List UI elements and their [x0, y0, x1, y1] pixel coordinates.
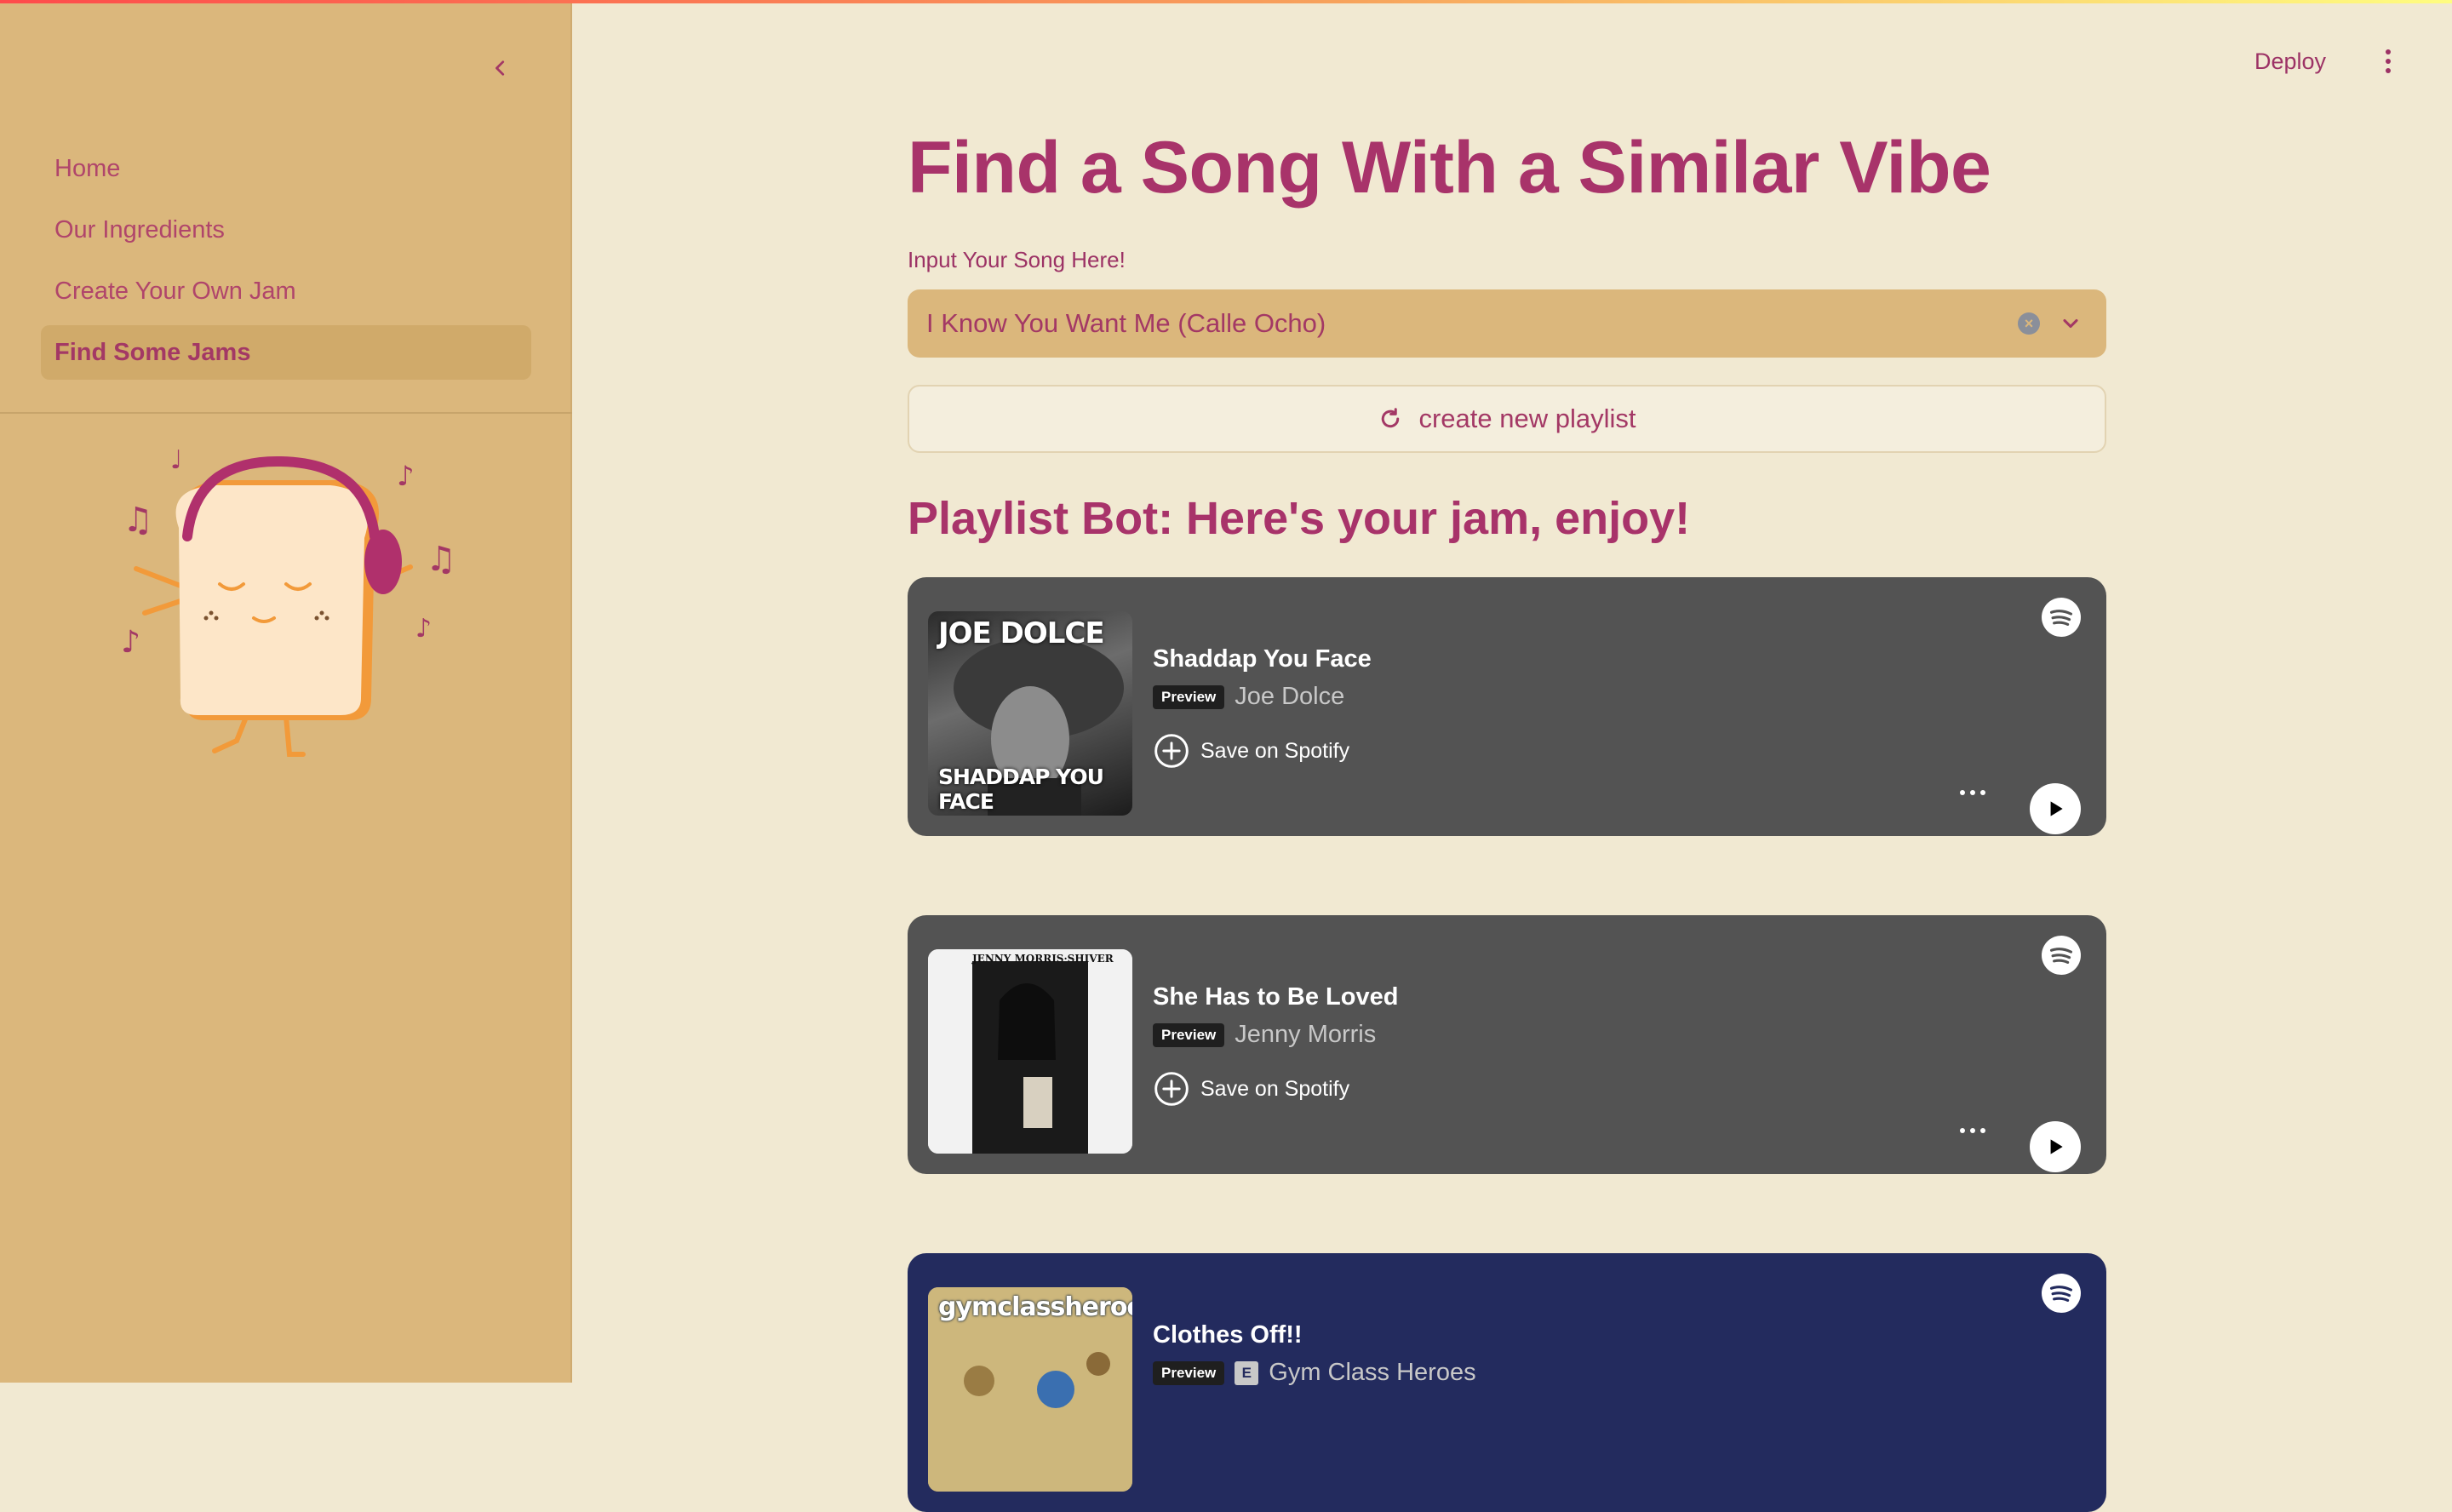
svg-text:♫: ♫: [123, 501, 153, 540]
save-on-spotify-button[interactable]: Save on Spotify: [1153, 1070, 1349, 1108]
song-input-label: Input Your Song Here!: [908, 247, 1126, 272]
track-meta: Preview Joe Dolce: [1153, 683, 1344, 711]
sidebar-item-create-your-own-jam[interactable]: Create Your Own Jam: [41, 264, 531, 318]
spotify-icon[interactable]: [2042, 936, 2081, 975]
kebab-menu-icon: [2386, 49, 2391, 73]
create-playlist-label: create new playlist: [1418, 404, 1636, 433]
svg-text:♫: ♫: [426, 540, 456, 579]
refresh-icon: [1382, 408, 1400, 428]
explicit-badge: E: [1235, 1360, 1259, 1385]
save-label: Save on Spotify: [1200, 738, 1350, 763]
toast-mascot-illustration: ♩ ♪ ♫ ♫ ♪ ♪: [121, 445, 456, 757]
sidebar-item-label: Home: [54, 154, 121, 182]
cover-text: SHADDAP YOU FACE: [938, 765, 1104, 814]
sidebar-divider: [0, 412, 572, 414]
chevron-left-icon: [496, 60, 505, 76]
sidebar-item-label: Create Your Own Jam: [54, 277, 296, 305]
save-on-spotify-button[interactable]: Save on Spotify: [1153, 732, 1349, 770]
spotify-icon[interactable]: [2042, 1274, 2081, 1313]
selected-song-value: I Know You Want Me (Calle Ocho): [926, 308, 1326, 338]
cover-text: JENNY MORRIS·SHIVER: [972, 953, 1114, 965]
more-icon[interactable]: [1960, 790, 1985, 795]
sidebar-item-label: Find Some Jams: [54, 338, 251, 366]
spotify-embed-card[interactable]: JOE DOLCE SHADDAP YOU FACE Shaddap You F…: [908, 577, 2106, 836]
preview-badge: Preview: [1153, 1022, 1225, 1047]
album-cover: JOE DOLCE SHADDAP YOU FACE: [928, 611, 1132, 816]
song-select[interactable]: I Know You Want Me (Calle Ocho) ×: [908, 289, 2106, 358]
create-playlist-button[interactable]: create new playlist: [908, 385, 2106, 453]
cover-text: JOE DOLCE: [938, 616, 1105, 650]
album-cover: JENNY MORRIS·SHIVER: [928, 949, 1132, 1154]
main-menu-button[interactable]: [2375, 44, 2401, 78]
more-icon[interactable]: [1960, 1128, 1985, 1133]
sidebar-nav: Home Our Ingredients Create Your Own Jam…: [41, 141, 531, 387]
track-artist[interactable]: Joe Dolce: [1235, 683, 1344, 711]
add-circle-icon: [1154, 734, 1189, 768]
track-title: Shaddap You Face: [1153, 645, 1372, 673]
svg-text:♪: ♪: [415, 614, 432, 644]
track-artist[interactable]: Jenny Morris: [1235, 1021, 1376, 1049]
track-meta: Preview E Gym Class Heroes: [1153, 1359, 1476, 1387]
play-button[interactable]: [2030, 783, 2081, 834]
sidebar-item-label: Our Ingredients: [54, 215, 225, 243]
album-cover: gymclassheroes.: [928, 1287, 1132, 1492]
preview-badge: Preview: [1153, 1360, 1225, 1385]
collapse-sidebar-button[interactable]: [485, 53, 516, 83]
sidebar-item-home[interactable]: Home: [41, 141, 531, 196]
track-title: She Has to Be Loved: [1153, 983, 1399, 1011]
deploy-button[interactable]: Deploy: [2254, 44, 2326, 78]
bot-heading: Playlist Bot: Here's your jam, enjoy!: [908, 493, 1691, 544]
spotify-icon[interactable]: [2042, 598, 2081, 637]
track-artist[interactable]: Gym Class Heroes: [1269, 1359, 1475, 1387]
cover-text: gymclassheroes.: [938, 1292, 1132, 1322]
chevron-down-icon[interactable]: [2059, 312, 2082, 335]
spotify-embed-card[interactable]: JENNY MORRIS·SHIVER She Has to Be Loved …: [908, 915, 2106, 1174]
album-cover-art: [928, 949, 1132, 1154]
page-title: Find a Song With a Similar Vibe: [908, 127, 1991, 209]
preview-badge: Preview: [1153, 684, 1225, 709]
sidebar-item-find-some-jams[interactable]: Find Some Jams: [41, 325, 531, 380]
sidebar: Home Our Ingredients Create Your Own Jam…: [0, 0, 572, 1383]
top-decoration-bar: [0, 0, 2452, 3]
svg-text:♪: ♪: [397, 460, 414, 492]
svg-text:♩: ♩: [170, 445, 182, 475]
save-label: Save on Spotify: [1200, 1076, 1350, 1101]
spotify-embed-card[interactable]: gymclassheroes. Clothes Off!! Preview E …: [908, 1253, 2106, 1512]
play-icon: [2050, 1139, 2063, 1154]
svg-text:♪: ♪: [121, 625, 140, 660]
add-circle-icon: [1154, 1072, 1189, 1106]
track-title: Clothes Off!!: [1153, 1321, 1303, 1349]
sidebar-item-our-ingredients[interactable]: Our Ingredients: [41, 203, 531, 257]
play-button[interactable]: [2030, 1121, 2081, 1172]
track-meta: Preview Jenny Morris: [1153, 1021, 1376, 1049]
clear-icon[interactable]: ×: [2018, 312, 2040, 335]
play-icon: [2050, 801, 2063, 816]
